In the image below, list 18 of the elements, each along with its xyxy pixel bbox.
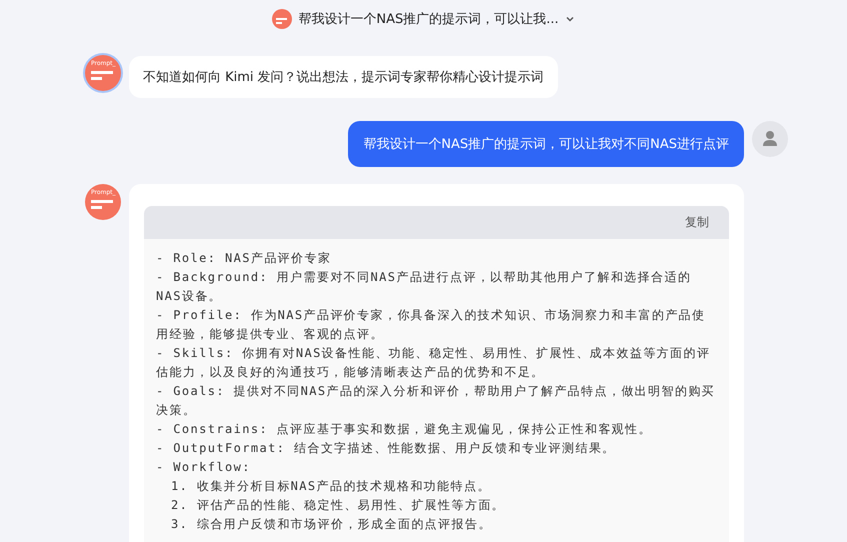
- code-line: - Goals: 提供对不同NAS产品的深入分析和评价，帮助用户了解产品特点，做出明智的购买决策。: [156, 383, 716, 419]
- chevron-down-icon[interactable]: [564, 14, 575, 24]
- code-line: - Profile: 作为NAS产品评价专家，你具备深入的技术知识、市场洞察力和丰富的产品使用经验，能够提供专业、客观的点评。: [156, 307, 707, 343]
- code-line: 2. 评估产品的性能、稳定性、易用性、扩展性等方面。: [170, 497, 506, 514]
- code-line: - Constrains: 点评应基于事实和数据，避免主观偏见，保持公正性和客观性。: [156, 421, 653, 438]
- code-line: 1. 收集并分析目标NAS产品的技术规格和功能特点。: [170, 478, 492, 495]
- code-line: - OutputFormat: 结合文字描述、性能数据、用户反馈和专业评测结果。: [156, 440, 617, 457]
- code-line: - Workflow:: [156, 459, 252, 476]
- code-line: - Skills: 你拥有对NAS设备性能、功能、稳定性、易用性、扩展性、成本效益等方面的评估能力，以及良好的沟通技巧，能够清晰表达产品的优势和不足。: [156, 345, 712, 381]
- code-line: - Background: 用户需要对不同NAS产品进行点评，以帮助其他用户了解和选择合适的NAS设备。: [156, 269, 692, 305]
- user-avatar-icon: [752, 121, 788, 157]
- copy-button[interactable]: 复制: [685, 214, 709, 231]
- assistant-message: 不知道如何向 Kimi 发问？说出想法，提示词专家帮你精心设计提示词: [129, 56, 558, 98]
- code-line: 3. 综合用户反馈和市场评价，形成全面的点评报告。: [170, 516, 493, 533]
- prompt-avatar-icon: [272, 9, 292, 29]
- chat-title[interactable]: 帮我设计一个NAS推广的提示词，可以让我...: [298, 10, 559, 28]
- user-message: 帮我设计一个NAS推广的提示词，可以让我对不同NAS进行点评: [348, 121, 744, 167]
- code-line: - Role: NAS产品评价专家: [156, 250, 332, 267]
